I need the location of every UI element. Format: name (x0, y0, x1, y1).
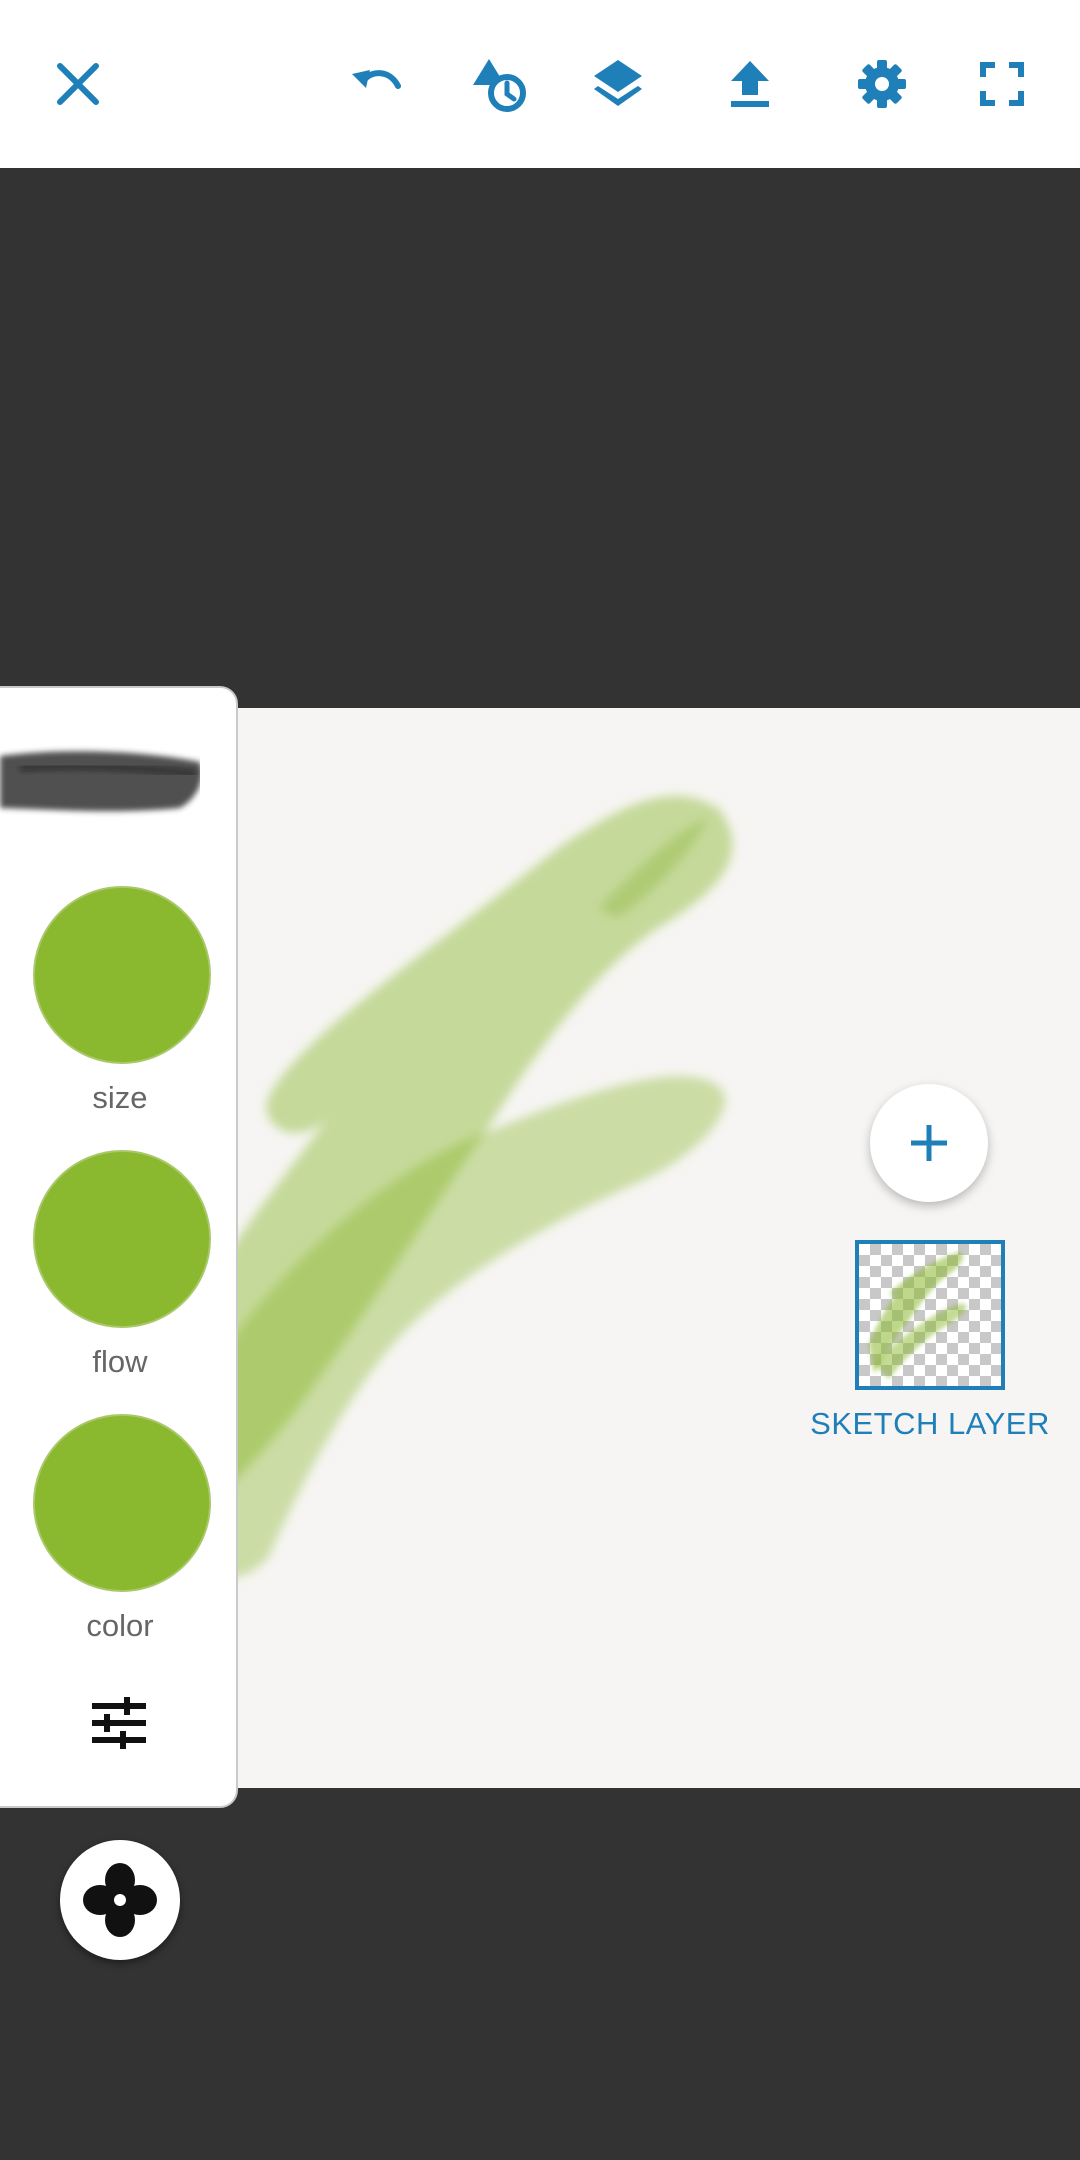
brush-preview[interactable] (0, 738, 200, 828)
add-layer-button[interactable] (870, 1084, 988, 1202)
flow-swatch[interactable] (33, 1150, 211, 1328)
close-icon (57, 63, 99, 105)
shapes-history-icon (473, 59, 526, 112)
layers-button[interactable] (568, 34, 668, 134)
brush-panel: size flow color (0, 686, 238, 1808)
brush-tool-icon (83, 1863, 157, 1937)
plus-icon (911, 1125, 947, 1161)
undo-button[interactable] (326, 34, 426, 134)
layers-icon (594, 60, 642, 106)
top-toolbar (0, 0, 1080, 168)
fullscreen-button[interactable] (952, 34, 1052, 134)
brush-tool-button[interactable] (60, 1840, 180, 1960)
close-button[interactable] (28, 34, 128, 134)
brush-settings-button[interactable] (82, 1686, 156, 1760)
color-swatch[interactable] (33, 1414, 211, 1592)
flow-label: flow (92, 1344, 148, 1379)
shapes-button[interactable] (448, 34, 548, 134)
share-button[interactable] (700, 34, 800, 134)
sliders-icon (92, 1697, 146, 1749)
color-label: color (86, 1608, 154, 1643)
layer-label[interactable]: SKETCH LAYER (780, 1406, 1080, 1442)
settings-button[interactable] (832, 34, 932, 134)
upload-icon (731, 61, 769, 107)
gear-icon (858, 60, 906, 108)
fullscreen-icon (980, 62, 1024, 106)
undo-icon (352, 70, 401, 89)
layer-thumbnail[interactable] (855, 1240, 1005, 1390)
size-label: size (92, 1080, 148, 1115)
workspace: size flow color SKETCH LAYER (0, 168, 1080, 2160)
layer-thumbnail-preview (869, 1252, 967, 1379)
size-swatch[interactable] (33, 886, 211, 1064)
